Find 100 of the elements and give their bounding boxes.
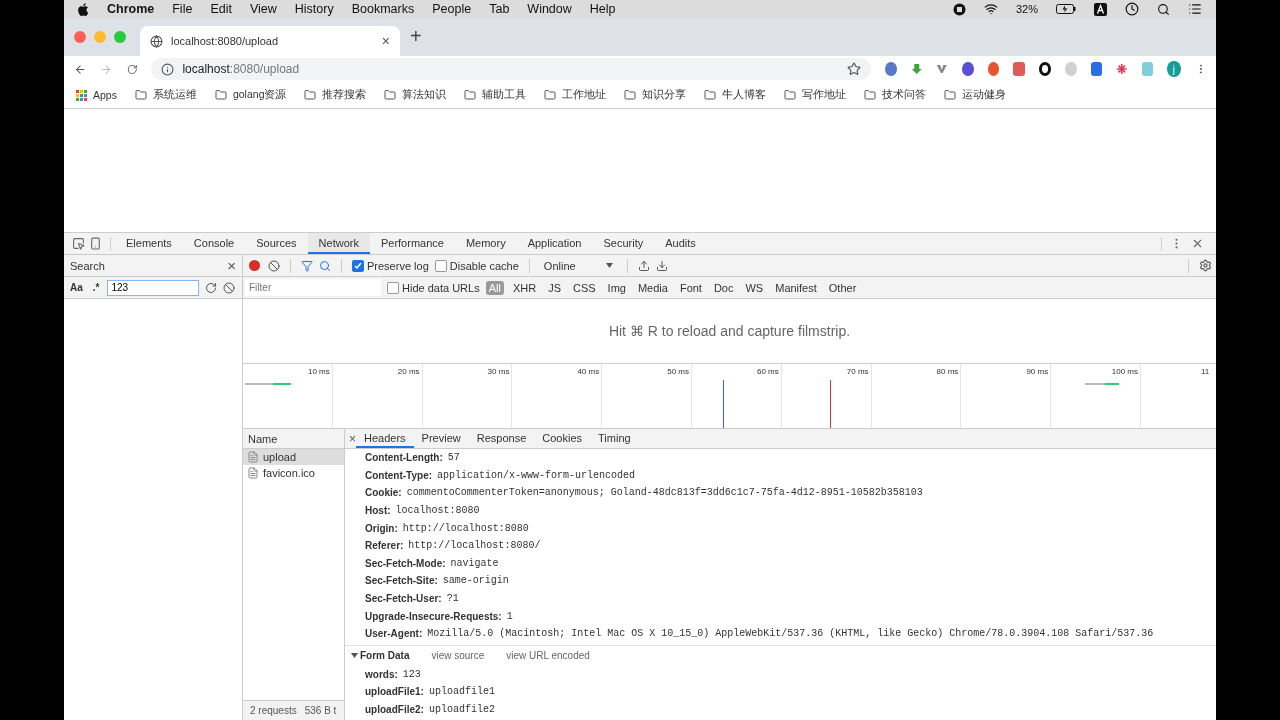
type-filter[interactable]: JS <box>545 280 564 295</box>
close-icon[interactable] <box>1191 237 1204 250</box>
export-icon[interactable] <box>655 259 668 272</box>
clock-icon[interactable] <box>1125 2 1139 16</box>
record-button[interactable] <box>249 260 260 271</box>
wifi-icon[interactable] <box>983 2 998 16</box>
bookmark[interactable]: 技术问答 <box>864 88 927 102</box>
close-detail-button[interactable]: × <box>349 431 356 446</box>
detail-tab[interactable]: Headers <box>356 429 414 448</box>
menu-item[interactable]: History <box>294 2 334 16</box>
header-name: Referer: <box>365 540 404 552</box>
header-name: Sec-Fetch-Mode: <box>365 557 446 569</box>
tick-label: 100 ms <box>1111 367 1138 376</box>
filter-icon[interactable] <box>301 259 313 272</box>
ring-extension-icon[interactable] <box>1038 62 1052 76</box>
close-search-button[interactable]: × <box>227 257 236 274</box>
v-extension-icon[interactable] <box>936 62 948 76</box>
asterisk-extension-icon[interactable] <box>1116 62 1128 76</box>
inspect-icon[interactable] <box>72 237 85 250</box>
devtools-tab[interactable]: Sources <box>245 233 308 254</box>
clear-icon[interactable] <box>223 281 236 294</box>
bookmark[interactable]: 写作地址 <box>784 88 847 102</box>
bookmark[interactable]: 牛人博客 <box>704 88 767 102</box>
refresh-icon[interactable] <box>205 281 218 294</box>
bookmark[interactable]: golang资源 <box>214 88 287 102</box>
detail-tab[interactable]: Timing <box>590 429 639 448</box>
tick-label: 80 ms <box>936 367 959 376</box>
match-case-toggle[interactable]: Aa <box>68 282 85 293</box>
menu-item[interactable]: View <box>249 2 277 16</box>
hide-data-urls-checkbox[interactable]: Hide data URLs <box>387 281 480 294</box>
type-filter[interactable]: Doc <box>710 280 737 295</box>
menu-item[interactable]: Bookmarks <box>351 2 415 16</box>
request-row[interactable]: favicon.ico <box>243 465 344 481</box>
menu-item[interactable]: Window <box>527 2 572 16</box>
bookmark[interactable]: Apps <box>76 89 117 101</box>
type-filter[interactable]: CSS <box>569 280 599 295</box>
device-toolbar-icon[interactable] <box>89 237 102 250</box>
new-tab-button[interactable]: + <box>410 24 422 48</box>
bookmark-star-icon[interactable] <box>847 62 862 76</box>
type-filter[interactable]: Media <box>634 280 671 295</box>
down-arrow-extension-icon[interactable] <box>910 62 923 76</box>
text-input-icon[interactable] <box>1094 2 1107 16</box>
devtools-tab[interactable]: Application <box>516 233 593 254</box>
url-text: localhost:8080/upload <box>182 62 301 76</box>
bookmark[interactable]: 知识分享 <box>624 88 687 102</box>
type-filter[interactable]: Other <box>825 280 860 295</box>
app-menu[interactable]: Chrome <box>107 2 155 16</box>
menu-item[interactable]: File <box>172 2 193 16</box>
filter-field[interactable]: Filter <box>245 279 381 296</box>
bookmark[interactable]: 辅助工具 <box>464 88 527 102</box>
folder-icon <box>864 89 877 101</box>
disable-cache-checkbox[interactable]: Disable cache <box>434 259 519 272</box>
clear-icon[interactable] <box>268 259 280 272</box>
extension-icon[interactable] <box>1013 62 1025 76</box>
bookmark[interactable]: 运动健身 <box>944 88 1007 102</box>
devtools-tab[interactable]: Security <box>592 233 655 254</box>
form-data-toggle[interactable]: Form Data <box>351 650 410 662</box>
devtools-tab[interactable]: Audits <box>654 233 707 254</box>
type-filter[interactable]: Manifest <box>772 280 820 295</box>
type-filter[interactable]: XHR <box>509 280 540 295</box>
bookmark[interactable]: 推荐搜索 <box>304 88 367 102</box>
detail-tab[interactable]: Cookies <box>534 429 590 448</box>
import-icon[interactable] <box>637 259 650 272</box>
record-icon[interactable] <box>952 2 966 16</box>
devtools-tab[interactable]: Performance <box>369 233 455 254</box>
close-tab-button[interactable]: × <box>381 33 390 49</box>
battery-icon[interactable] <box>1056 4 1076 14</box>
view-link[interactable]: view source <box>431 650 485 662</box>
bookmark[interactable]: 工作地址 <box>544 88 607 102</box>
menu-item[interactable]: Tab <box>489 2 510 16</box>
browser-tab[interactable]: localhost:8080/upload × <box>140 26 400 56</box>
menu-item[interactable]: Help <box>589 2 616 16</box>
preserve-log-checkbox[interactable]: Preserve log <box>352 259 429 272</box>
address-bar[interactable]: localhost:8080/upload <box>151 58 872 80</box>
throttling-select[interactable]: Online <box>539 259 617 272</box>
reload-button[interactable] <box>126 62 138 76</box>
menu-item[interactable]: Edit <box>210 2 232 16</box>
list-icon[interactable] <box>1188 2 1202 16</box>
type-filter[interactable]: WS <box>742 280 767 295</box>
caret-icon <box>605 263 613 268</box>
detail-tab[interactable]: Response <box>468 429 535 448</box>
devtools-tab[interactable]: Elements <box>115 233 183 254</box>
apple-icon[interactable] <box>78 2 89 16</box>
search-icon[interactable] <box>1157 2 1170 16</box>
request-row[interactable]: upload <box>243 449 344 465</box>
devtools-tab[interactable]: Console <box>182 233 246 254</box>
devtools-tab[interactable]: Network <box>307 233 370 254</box>
bookmark[interactable]: 系统运维 <box>134 88 197 102</box>
regex-toggle[interactable]: .* <box>90 282 102 293</box>
devtools-tab[interactable]: Memory <box>454 233 517 254</box>
menu-item[interactable]: People <box>432 2 472 16</box>
settings-icon[interactable] <box>1199 259 1212 272</box>
type-filter[interactable]: Font <box>676 280 705 295</box>
globe-icon <box>150 34 163 48</box>
type-filter[interactable]: Img <box>604 280 629 295</box>
detail-tab[interactable]: Preview <box>413 429 469 448</box>
bookmark[interactable]: 算法知识 <box>384 88 447 102</box>
search-field[interactable]: 123 <box>107 279 200 296</box>
tick-label: 10 ms <box>308 367 330 376</box>
view-link[interactable]: view URL encoded <box>506 650 590 662</box>
